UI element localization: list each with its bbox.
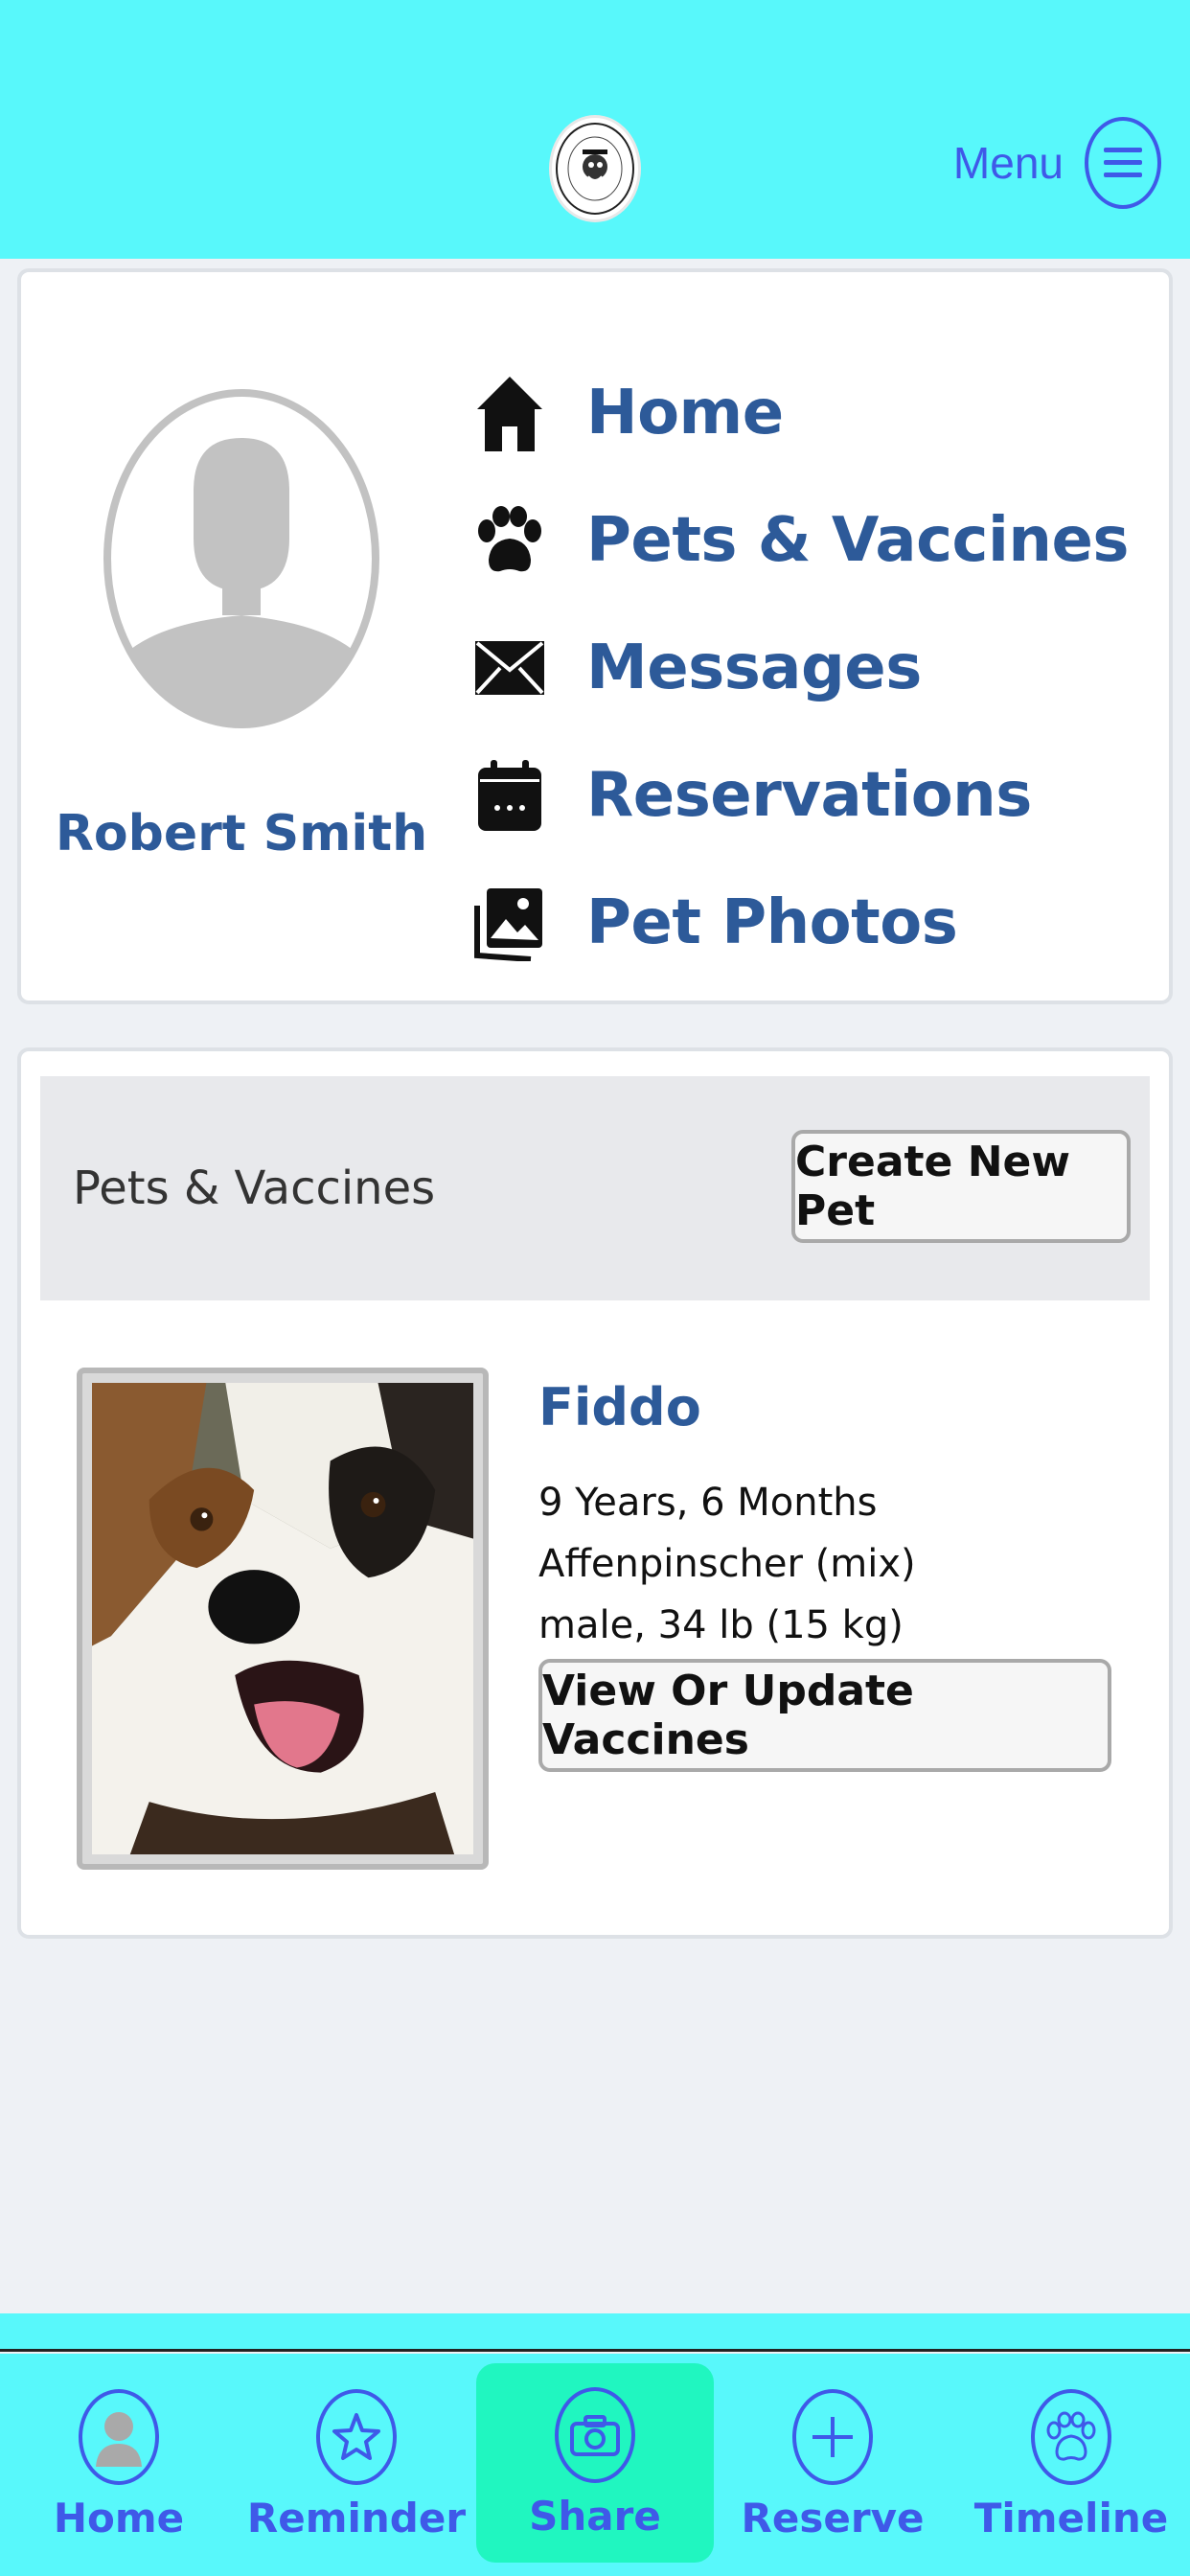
tab-label-reserve[interactable]: Reserve (742, 2495, 925, 2542)
nav-label-pets-vaccines[interactable]: Pets & Vaccines (586, 505, 1129, 576)
tab-home[interactable]: Home (0, 2354, 238, 2576)
nav-item-home[interactable]: Home (471, 349, 1129, 476)
tab-share[interactable]: Share (476, 2363, 714, 2563)
user-icon (79, 2388, 159, 2485)
pet-weight: male, 34 lb (15 kg) (538, 1603, 904, 1647)
star-icon (316, 2388, 397, 2485)
nav-label-pet-photos[interactable]: Pet Photos (586, 887, 958, 958)
dog-photo-image (92, 1383, 473, 1854)
nav-label-reservations[interactable]: Reservations (586, 760, 1032, 831)
photos-icon (471, 877, 548, 969)
bottom-tab-bar: Home Reminder Share Reserve Timeline (0, 2354, 1190, 2576)
tab-label-share[interactable]: Share (529, 2493, 661, 2540)
pet-age: 9 Years, 6 Months (538, 1481, 878, 1525)
envelope-icon (471, 622, 548, 714)
pet-photo[interactable] (77, 1368, 489, 1870)
nav-item-pet-photos[interactable]: Pet Photos (471, 859, 1129, 986)
tabbar-divider (0, 2313, 1190, 2352)
tab-reserve[interactable]: Reserve (714, 2354, 951, 2576)
nav-item-reservations[interactable]: Reservations (471, 731, 1129, 859)
nav-item-messages[interactable]: Messages (471, 604, 1129, 731)
nav-label-home[interactable]: Home (586, 378, 784, 448)
nav-label-messages[interactable]: Messages (586, 632, 922, 703)
tab-label-timeline[interactable]: Timeline (974, 2495, 1168, 2542)
app-header: Menu (0, 0, 1190, 259)
pets-section-header: Pets & Vaccines Create New Pet (40, 1076, 1150, 1300)
tab-reminder[interactable]: Reminder (238, 2354, 475, 2576)
home-icon (471, 367, 548, 459)
menu-label[interactable]: Menu (953, 137, 1064, 189)
camera-icon (555, 2386, 635, 2483)
profile-nav: Home Pets & Vaccines Messages Reservatio… (471, 349, 1129, 986)
pet-name[interactable]: Fiddo (538, 1377, 701, 1438)
calendar-icon (471, 749, 548, 841)
view-update-vaccines-button[interactable]: View Or Update Vaccines (538, 1659, 1111, 1772)
hamburger-icon[interactable] (1085, 117, 1161, 209)
profile-card: Robert Smith Home Pets & Vaccines Messag… (17, 268, 1173, 1004)
plus-icon (792, 2388, 873, 2485)
create-new-pet-button[interactable]: Create New Pet (791, 1130, 1131, 1243)
pet-breed: Affenpinscher (mix) (538, 1542, 916, 1586)
tab-label-home[interactable]: Home (54, 2495, 184, 2542)
paw-icon (471, 494, 548, 586)
pets-section-title: Pets & Vaccines (73, 1162, 436, 1215)
paw-icon (1031, 2388, 1111, 2485)
menu-button[interactable]: Menu (953, 115, 1161, 211)
user-name: Robert Smith (55, 805, 428, 862)
avatar[interactable] (100, 385, 383, 732)
school-logo[interactable] (549, 115, 641, 222)
pets-card: Pets & Vaccines Create New Pet Fiddo 9 Y… (17, 1047, 1173, 1939)
tab-label-reminder[interactable]: Reminder (247, 2495, 466, 2542)
tab-timeline[interactable]: Timeline (952, 2354, 1190, 2576)
nav-item-pets-vaccines[interactable]: Pets & Vaccines (471, 476, 1129, 604)
